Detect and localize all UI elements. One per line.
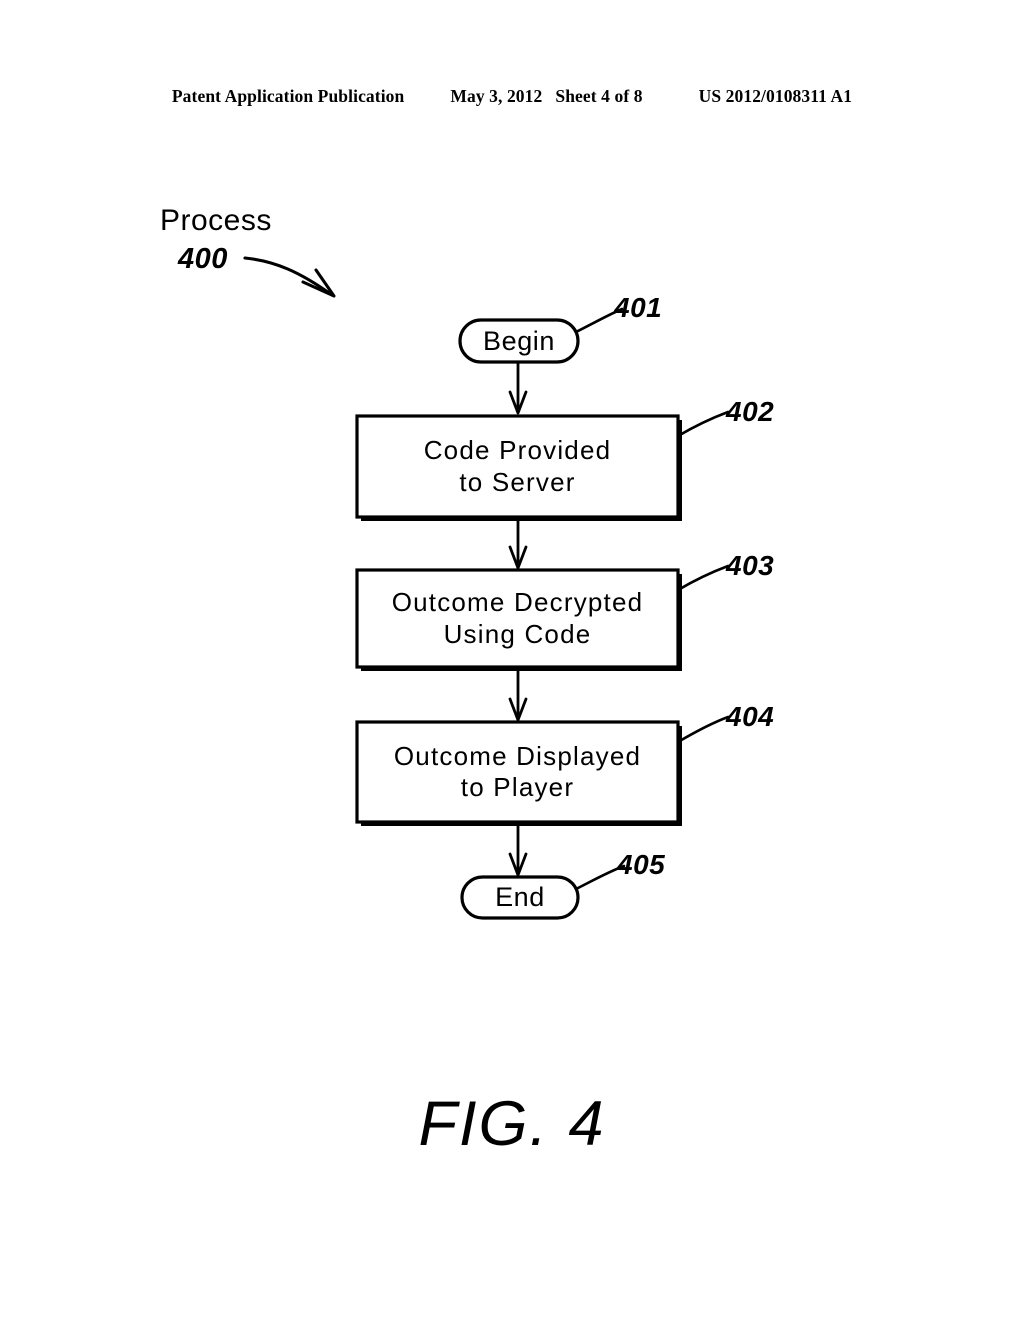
connector-begin-to-402: [508, 362, 528, 415]
leader-line-403: [676, 564, 730, 592]
leader-line-402: [676, 410, 730, 438]
figure-caption: FIG. 4: [418, 1089, 606, 1159]
process-400-leader-arrow: [243, 256, 336, 298]
reference-numeral-401: 401: [614, 292, 663, 323]
process-label: Process: [160, 204, 272, 237]
reference-numeral-402: 402: [726, 396, 775, 427]
reference-numeral-403: 403: [726, 550, 775, 581]
reference-numeral-404: 404: [726, 701, 775, 732]
connector-402-to-403: [508, 521, 528, 570]
connector-404-to-end: [508, 826, 528, 877]
node-label-line-2: Using Code: [443, 618, 592, 649]
node-label-line-1: Outcome Displayed: [393, 740, 642, 771]
node-label-line-1: Code Provided: [423, 435, 612, 466]
node-label-line-2: to Player: [460, 772, 575, 802]
process-reference-numeral-400: 400: [178, 243, 228, 275]
node-label-line-1: Outcome Decrypted: [391, 587, 644, 618]
node-label-outcome-decrypted-using-code: Outcome Decrypted Using Code: [357, 570, 678, 667]
node-label-code-provided-to-server: Code Provided to Server: [357, 416, 678, 517]
node-label-begin: Begin: [482, 325, 556, 356]
node-label-end: End: [495, 882, 545, 913]
connector-403-to-404: [508, 671, 528, 722]
node-label-line-2: to Server: [459, 466, 576, 497]
node-label-outcome-displayed-to-player: Outcome Displayed to Player: [357, 722, 678, 822]
reference-numeral-405: 405: [617, 849, 666, 880]
patent-figure: Process 400 Begin Code Provided to Serve…: [0, 0, 1024, 1320]
leader-line-404: [676, 715, 730, 744]
